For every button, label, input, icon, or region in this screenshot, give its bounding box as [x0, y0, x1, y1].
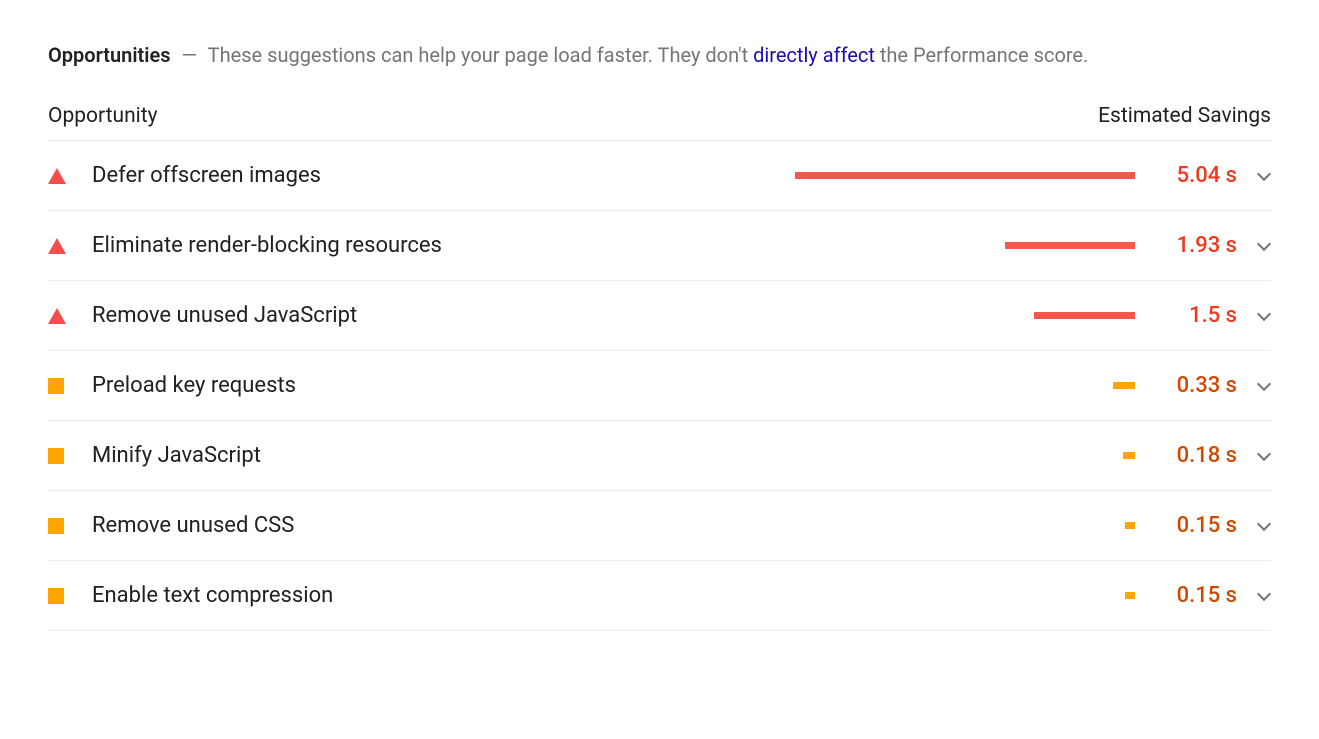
- savings-value: 5.04 s: [1153, 163, 1237, 188]
- savings-bar: [1113, 382, 1135, 389]
- opportunity-label: Preload key requests: [92, 373, 296, 398]
- chevron-down-icon: [1257, 449, 1271, 463]
- triangle-fail-icon: [48, 168, 66, 184]
- opportunity-label: Defer offscreen images: [92, 163, 321, 188]
- opportunity-row[interactable]: Remove unused JavaScript 1.5 s: [48, 281, 1271, 351]
- chevron-down-icon: [1257, 169, 1271, 183]
- opportunity-label: Enable text compression: [92, 583, 333, 608]
- square-average-icon: [48, 588, 64, 604]
- savings-bar-cell: [357, 281, 1153, 350]
- opportunity-label: Eliminate render-blocking resources: [92, 233, 442, 258]
- savings-bar: [795, 172, 1135, 179]
- column-headers: Opportunity Estimated Savings: [48, 104, 1271, 141]
- opportunity-label: Minify JavaScript: [92, 443, 261, 468]
- savings-value: 0.15 s: [1153, 513, 1237, 538]
- triangle-fail-icon: [48, 308, 66, 324]
- expand-cell[interactable]: [1237, 239, 1271, 253]
- dash: —: [181, 43, 197, 67]
- severity-icon-cell: [48, 238, 92, 254]
- chevron-down-icon: [1257, 309, 1271, 323]
- directly-affect-link[interactable]: directly affect: [753, 43, 875, 67]
- chevron-down-icon: [1257, 589, 1271, 603]
- savings-value: 1.5 s: [1153, 303, 1237, 328]
- savings-bar-cell: [294, 491, 1153, 560]
- section-title: Opportunities: [48, 43, 171, 67]
- opportunity-row[interactable]: Preload key requests 0.33 s: [48, 351, 1271, 421]
- chevron-down-icon: [1257, 379, 1271, 393]
- expand-cell[interactable]: [1237, 379, 1271, 393]
- opportunity-label: Remove unused CSS: [92, 513, 294, 538]
- savings-bar: [1034, 312, 1135, 319]
- severity-icon-cell: [48, 588, 92, 604]
- expand-cell[interactable]: [1237, 309, 1271, 323]
- expand-cell[interactable]: [1237, 589, 1271, 603]
- savings-bar: [1125, 522, 1135, 529]
- savings-bar: [1123, 452, 1135, 459]
- savings-value: 0.15 s: [1153, 583, 1237, 608]
- severity-icon-cell: [48, 168, 92, 184]
- savings-bar-cell: [442, 211, 1153, 280]
- severity-icon-cell: [48, 308, 92, 324]
- savings-bar: [1005, 242, 1135, 249]
- severity-icon-cell: [48, 518, 92, 534]
- opportunity-row[interactable]: Defer offscreen images 5.04 s: [48, 141, 1271, 211]
- opportunity-row[interactable]: Remove unused CSS 0.15 s: [48, 491, 1271, 561]
- opportunity-row[interactable]: Minify JavaScript 0.18 s: [48, 421, 1271, 491]
- column-opportunity: Opportunity: [48, 104, 158, 128]
- severity-icon-cell: [48, 378, 92, 394]
- expand-cell[interactable]: [1237, 449, 1271, 463]
- triangle-fail-icon: [48, 238, 66, 254]
- savings-bar-cell: [321, 141, 1153, 210]
- opportunities-header: Opportunities — These suggestions can he…: [48, 38, 1271, 72]
- opportunity-list: Defer offscreen images 5.04 s Eliminate re…: [48, 141, 1271, 631]
- opportunity-label: Remove unused JavaScript: [92, 303, 357, 328]
- savings-value: 0.18 s: [1153, 443, 1237, 468]
- section-description-pre: These suggestions can help your page loa…: [208, 43, 753, 67]
- savings-bar-cell: [333, 561, 1153, 630]
- chevron-down-icon: [1257, 519, 1271, 533]
- square-average-icon: [48, 518, 64, 534]
- expand-cell[interactable]: [1237, 519, 1271, 533]
- savings-value: 0.33 s: [1153, 373, 1237, 398]
- column-savings: Estimated Savings: [1098, 104, 1271, 128]
- savings-bar: [1125, 592, 1135, 599]
- square-average-icon: [48, 378, 64, 394]
- savings-value: 1.93 s: [1153, 233, 1237, 258]
- square-average-icon: [48, 448, 64, 464]
- savings-bar-cell: [261, 421, 1153, 490]
- chevron-down-icon: [1257, 239, 1271, 253]
- opportunity-row[interactable]: Eliminate render-blocking resources 1.93 …: [48, 211, 1271, 281]
- savings-bar-cell: [296, 351, 1153, 420]
- section-description-post: the Performance score.: [875, 43, 1088, 67]
- expand-cell[interactable]: [1237, 169, 1271, 183]
- opportunity-row[interactable]: Enable text compression 0.15 s: [48, 561, 1271, 631]
- severity-icon-cell: [48, 448, 92, 464]
